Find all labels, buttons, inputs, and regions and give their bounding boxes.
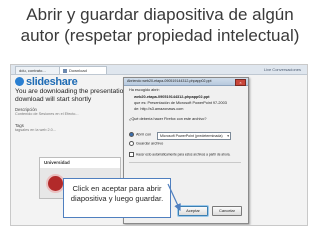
- auto-option[interactable]: Hacer esto automáticamente para estos ar…: [129, 152, 230, 157]
- browser-tab-1-label: ddu, contrato...: [19, 68, 46, 73]
- slideshare-logo[interactable]: slideshare: [15, 76, 78, 88]
- browser-tab-download[interactable]: Download: [59, 66, 107, 74]
- auto-label: Hacer esto automáticamente para estos ar…: [136, 152, 231, 157]
- description-value: Contenido de Sesiones en el Efecto...: [15, 112, 79, 116]
- chevron-down-icon: ▾: [227, 134, 229, 138]
- auto-checkbox[interactable]: [129, 152, 134, 157]
- open-with-label: Abrir con: [136, 132, 152, 137]
- instruction-callout: Click en aceptar para abrir diapositiva …: [63, 178, 171, 218]
- description-block: Descripción Contenido de Sesiones en el …: [15, 107, 79, 116]
- tags-value: tagsales en la web 2.0...: [15, 128, 56, 132]
- accept-button[interactable]: Aceptar: [178, 206, 208, 216]
- close-icon[interactable]: ×: [235, 79, 246, 86]
- browser-toolbar-text: Live Conversaciones: [263, 67, 301, 72]
- open-with-option[interactable]: Abrir con: [129, 132, 151, 138]
- download-icon: [63, 68, 67, 73]
- browser-tab-2-label: Download: [69, 68, 87, 73]
- save-file-label: Guardar archivo: [136, 141, 164, 146]
- dialog-title: Abriendo web20-etapa-090519144312-phpapp…: [127, 79, 212, 83]
- dialog-source: de: http://s3.amazonaws.com: [134, 107, 184, 111]
- browser-tab-1[interactable]: ddu, contrato...: [15, 66, 63, 74]
- browser-tab-bar: ddu, contrato... Download Live Conversac…: [11, 65, 307, 75]
- open-with-radio[interactable]: [129, 132, 134, 137]
- thumbnail-title: Universidad: [44, 160, 70, 165]
- dialog-intro: Ha escogido abrir:: [129, 88, 160, 92]
- slide-title-line1: Abrir y guardar diapositiva de algún: [26, 5, 294, 24]
- dialog-filename: web20-etapa-090519144312-phpapp02.ppt: [134, 95, 210, 99]
- slide-title: Abrir y guardar diapositiva de algún aut…: [0, 4, 320, 46]
- app-select[interactable]: Microsoft PowerPoint (predeterminada) ▾: [157, 132, 231, 140]
- save-file-radio[interactable]: [129, 141, 134, 146]
- slideshare-logo-icon: [15, 76, 24, 86]
- app-select-value: Microsoft PowerPoint (predeterminada): [160, 134, 223, 138]
- dialog-divider: [129, 162, 241, 163]
- save-file-option[interactable]: Guardar archivo: [129, 141, 163, 147]
- dialog-titlebar[interactable]: Abriendo web20-etapa-090519144312-phpapp…: [124, 78, 248, 86]
- callout-line1: Click en aceptar para abrir: [72, 184, 162, 193]
- slideshare-logo-text: slideshare: [26, 76, 78, 88]
- dialog-question: ¿Qué debería hacer Firefox con este arch…: [129, 117, 207, 121]
- dialog-filetype: que es: Presentación de Microsoft PowerP…: [134, 101, 227, 105]
- callout-text: Click en aceptar para abrir diapositiva …: [64, 184, 170, 203]
- callout-line2: diapositiva y luego guardar.: [70, 193, 164, 203]
- tags-block: Tags tagsales en la web 2.0...: [15, 123, 56, 132]
- slide-title-line2: autor (respetar propiedad intelectual): [20, 26, 300, 45]
- cancel-button[interactable]: Cancelar: [212, 206, 242, 216]
